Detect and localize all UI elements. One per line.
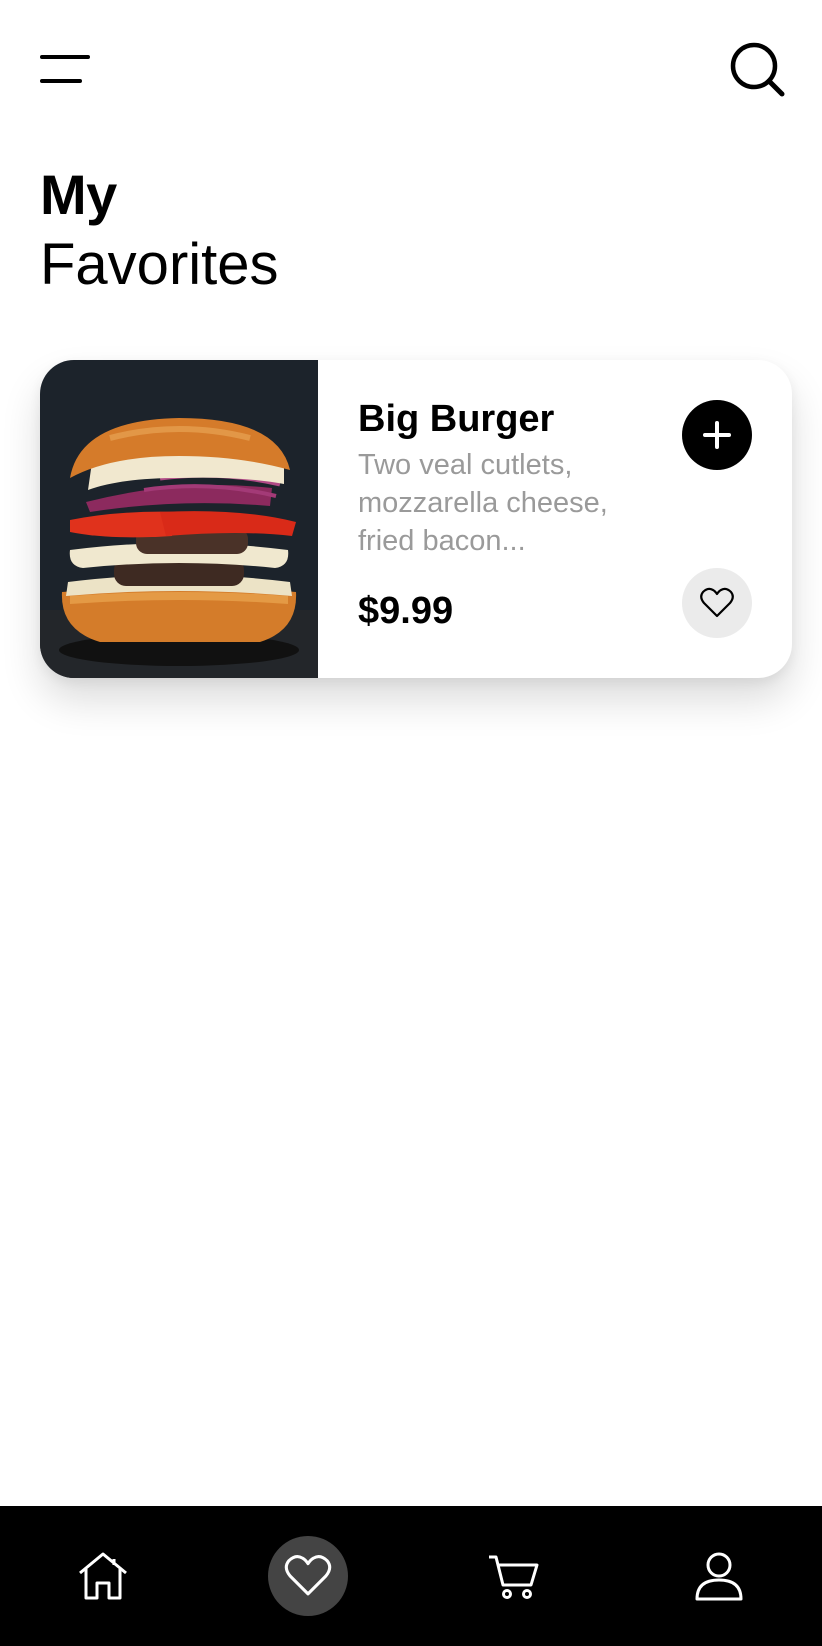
search-button[interactable] xyxy=(724,38,788,102)
heart-icon xyxy=(700,587,734,618)
menu-icon xyxy=(40,55,90,59)
favorite-toggle-button[interactable] xyxy=(682,568,752,638)
search-icon xyxy=(730,42,785,97)
home-icon xyxy=(79,1552,127,1600)
item-description: Two veal cutlets, mozzarella cheese, fri… xyxy=(358,449,608,557)
plus-icon-stroke xyxy=(715,421,719,449)
burger-image xyxy=(40,360,318,678)
favorites-screen: My Favorites Big Burger Two veal cutlets… xyxy=(0,0,822,1646)
item-price: $9.99 xyxy=(358,590,454,632)
add-to-cart-button[interactable] xyxy=(682,400,752,470)
heart-icon xyxy=(284,1555,332,1596)
nav-profile[interactable] xyxy=(679,1536,759,1616)
menu-icon-line xyxy=(40,79,82,83)
nav-cart[interactable] xyxy=(474,1536,554,1616)
nav-home[interactable] xyxy=(63,1536,143,1616)
nav-favorites[interactable] xyxy=(268,1536,348,1616)
user-icon xyxy=(695,1552,743,1601)
page-title: My Favorites xyxy=(40,160,279,300)
page-title-line1: My xyxy=(40,163,117,226)
favorite-item-card[interactable]: Big Burger Two veal cutlets, mozzarella … xyxy=(40,360,792,678)
bottom-nav xyxy=(0,1506,822,1646)
item-name: Big Burger xyxy=(358,398,555,440)
menu-button[interactable] xyxy=(30,46,100,92)
page-title-line2: Favorites xyxy=(40,232,279,297)
cart-icon xyxy=(489,1555,539,1599)
